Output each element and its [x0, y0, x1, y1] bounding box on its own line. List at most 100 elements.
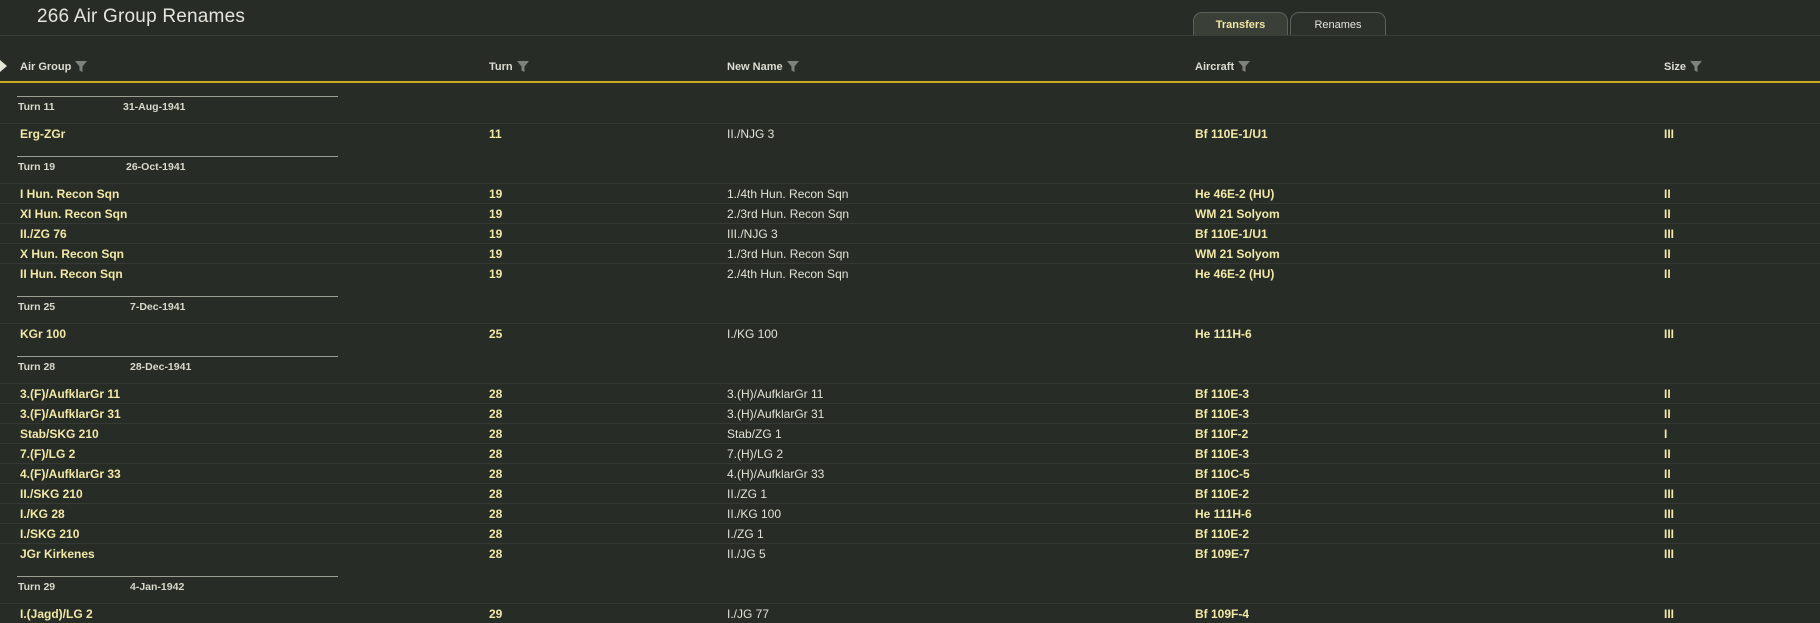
cell-new-name: I./ZG 1 [727, 527, 764, 541]
cell-size: II [1664, 467, 1671, 481]
turn-group-header: Turn 25 7-Dec-1941 [0, 283, 1820, 323]
column-header-turn[interactable]: Turn [489, 60, 530, 73]
table-row[interactable]: Erg-ZGr 11 II./NJG 3 Bf 110E-1/U1 III [0, 123, 1820, 143]
cell-aircraft: Bf 110C-5 [1195, 467, 1250, 481]
table-row[interactable]: KGr 100 25 I./KG 100 He 111H-6 III [0, 323, 1820, 343]
turn-group-header: Turn 19 26-Oct-1941 [0, 143, 1820, 183]
tab-renames[interactable]: Renames [1290, 12, 1386, 35]
column-label: New Name [727, 60, 783, 73]
cell-new-name: II./KG 100 [727, 507, 782, 521]
cell-new-name: 1./4th Hun. Recon Sqn [727, 187, 849, 201]
cell-size: III [1664, 607, 1675, 621]
cell-size: II [1664, 267, 1671, 281]
table-row[interactable]: Stab/SKG 210 28 Stab/ZG 1 Bf 110F-2 I [0, 423, 1820, 443]
group-divider [17, 296, 338, 297]
group-turn-label: Turn 11 [18, 101, 55, 113]
cell-turn: 19 [489, 247, 503, 261]
column-header-new-name[interactable]: New Name [727, 60, 800, 73]
table-row[interactable]: 3.(F)/AufklarGr 31 28 3.(H)/AufklarGr 31 Bf… [0, 403, 1820, 423]
table-row[interactable]: I./KG 28 28 II./KG 100 He 111H-6 III [0, 503, 1820, 523]
cell-aircraft: He 46E-2 (HU) [1195, 267, 1275, 281]
cell-air-group: II Hun. Recon Sqn [20, 267, 123, 281]
cell-air-group: X Hun. Recon Sqn [20, 247, 125, 261]
cell-air-group: II./SKG 210 [20, 487, 83, 501]
column-label: Air Group [20, 60, 72, 73]
cell-air-group: JGr Kirkenes [20, 547, 95, 561]
cell-turn: 28 [489, 547, 503, 561]
cell-turn: 28 [489, 447, 503, 461]
cell-aircraft: WM 21 Solyom [1195, 247, 1280, 261]
group-divider [17, 576, 338, 577]
table-row[interactable]: II./SKG 210 28 II./ZG 1 Bf 110E-2 III [0, 483, 1820, 503]
cell-new-name: 1./3rd Hun. Recon Sqn [727, 247, 850, 261]
cell-new-name: 2./4th Hun. Recon Sqn [727, 267, 849, 281]
table-row[interactable]: I./SKG 210 28 I./ZG 1 Bf 110E-2 III [0, 523, 1820, 543]
cell-new-name: I./KG 100 [727, 327, 778, 341]
table-row[interactable]: XI Hun. Recon Sqn 19 2./3rd Hun. Recon Sqn… [0, 203, 1820, 223]
cell-air-group: 3.(F)/AufklarGr 11 [20, 387, 121, 401]
group-date: 26-Oct-1941 [126, 161, 186, 173]
filter-icon[interactable] [516, 60, 530, 73]
cell-aircraft: Bf 110F-2 [1195, 427, 1249, 441]
group-turn-label: Turn 29 [18, 581, 56, 593]
cell-air-group: Erg-ZGr [20, 127, 66, 141]
cell-aircraft: He 111H-6 [1195, 327, 1252, 341]
filter-icon[interactable] [1689, 60, 1703, 73]
cell-air-group: I./KG 28 [20, 507, 65, 521]
column-label: Aircraft [1195, 60, 1235, 73]
cell-aircraft: Bf 110E-2 [1195, 487, 1250, 501]
cell-size: II [1664, 247, 1671, 261]
expand-triangle-icon[interactable] [0, 60, 7, 72]
cell-turn: 25 [489, 327, 503, 341]
column-header-air-group[interactable]: Air Group [20, 60, 88, 73]
cell-new-name: 4.(H)/AufklarGr 33 [727, 467, 825, 481]
table-row[interactable]: JGr Kirkenes 28 II./JG 5 Bf 109E-7 III [0, 543, 1820, 563]
table-row[interactable]: II./ZG 76 19 III./NJG 3 Bf 110E-1/U1 III [0, 223, 1820, 243]
cell-size: I [1664, 427, 1668, 441]
cell-new-name: 3.(H)/AufklarGr 31 [727, 407, 825, 421]
filter-icon[interactable] [786, 60, 800, 73]
cell-turn: 19 [489, 207, 503, 221]
cell-turn: 28 [489, 427, 503, 441]
cell-turn: 28 [489, 467, 503, 481]
table-row[interactable]: II Hun. Recon Sqn 19 2./4th Hun. Recon Sqn… [0, 263, 1820, 283]
cell-air-group: 3.(F)/AufklarGr 31 [20, 407, 121, 421]
table-row[interactable]: 7.(F)/LG 2 28 7.(H)/LG 2 Bf 110E-3 II [0, 443, 1820, 463]
cell-new-name: 3.(H)/AufklarGr 11 [727, 387, 824, 401]
cell-new-name: II./JG 5 [727, 547, 766, 561]
cell-turn: 28 [489, 527, 503, 541]
cell-aircraft: Bf 110E-3 [1195, 447, 1250, 461]
cell-turn: 28 [489, 387, 503, 401]
renames-table-body: Turn 11 31-Aug-1941 Erg-ZGr 11 II./NJG 3 Bf 1… [0, 83, 1820, 623]
page-title: 266 Air Group Renames [37, 6, 246, 27]
table-row[interactable]: 4.(F)/AufklarGr 33 28 4.(H)/AufklarGr 33 Bf… [0, 463, 1820, 483]
cell-aircraft: Bf 110E-1/U1 [1195, 127, 1268, 141]
cell-turn: 28 [489, 507, 503, 521]
cell-air-group: XI Hun. Recon Sqn [20, 207, 128, 221]
turn-group-header: Turn 29 4-Jan-1942 [0, 563, 1820, 603]
table-row[interactable]: 3.(F)/AufklarGr 11 28 3.(H)/AufklarGr 11 Bf… [0, 383, 1820, 403]
group-date: 28-Dec-1941 [130, 361, 192, 373]
cell-air-group: Stab/SKG 210 [20, 427, 99, 441]
cell-size: II [1664, 407, 1671, 421]
table-row[interactable]: I.(Jagd)/LG 2 29 I./JG 77 Bf 109F-4 III [0, 603, 1820, 623]
cell-aircraft: Bf 110E-3 [1195, 387, 1250, 401]
column-label: Turn [489, 60, 513, 73]
cell-air-group: I.(Jagd)/LG 2 [20, 607, 93, 621]
cell-aircraft: Bf 109F-4 [1195, 607, 1250, 621]
cell-aircraft: Bf 110E-1/U1 [1195, 227, 1268, 241]
column-header-aircraft[interactable]: Aircraft [1195, 60, 1251, 73]
cell-air-group: I Hun. Recon Sqn [20, 187, 120, 201]
cell-size: III [1664, 547, 1675, 561]
table-row[interactable]: X Hun. Recon Sqn 19 1./3rd Hun. Recon Sqn W… [0, 243, 1820, 263]
filter-icon[interactable] [74, 60, 88, 73]
group-date: 7-Dec-1941 [130, 301, 186, 313]
tab-transfers[interactable]: Transfers [1193, 12, 1288, 35]
cell-size: III [1664, 527, 1675, 541]
cell-size: III [1664, 227, 1675, 241]
cell-turn: 19 [489, 187, 503, 201]
table-row[interactable]: I Hun. Recon Sqn 19 1./4th Hun. Recon Sqn H… [0, 183, 1820, 203]
column-header-size[interactable]: Size [1664, 60, 1703, 73]
cell-air-group: II./ZG 76 [20, 227, 67, 241]
filter-icon[interactable] [1237, 60, 1251, 73]
